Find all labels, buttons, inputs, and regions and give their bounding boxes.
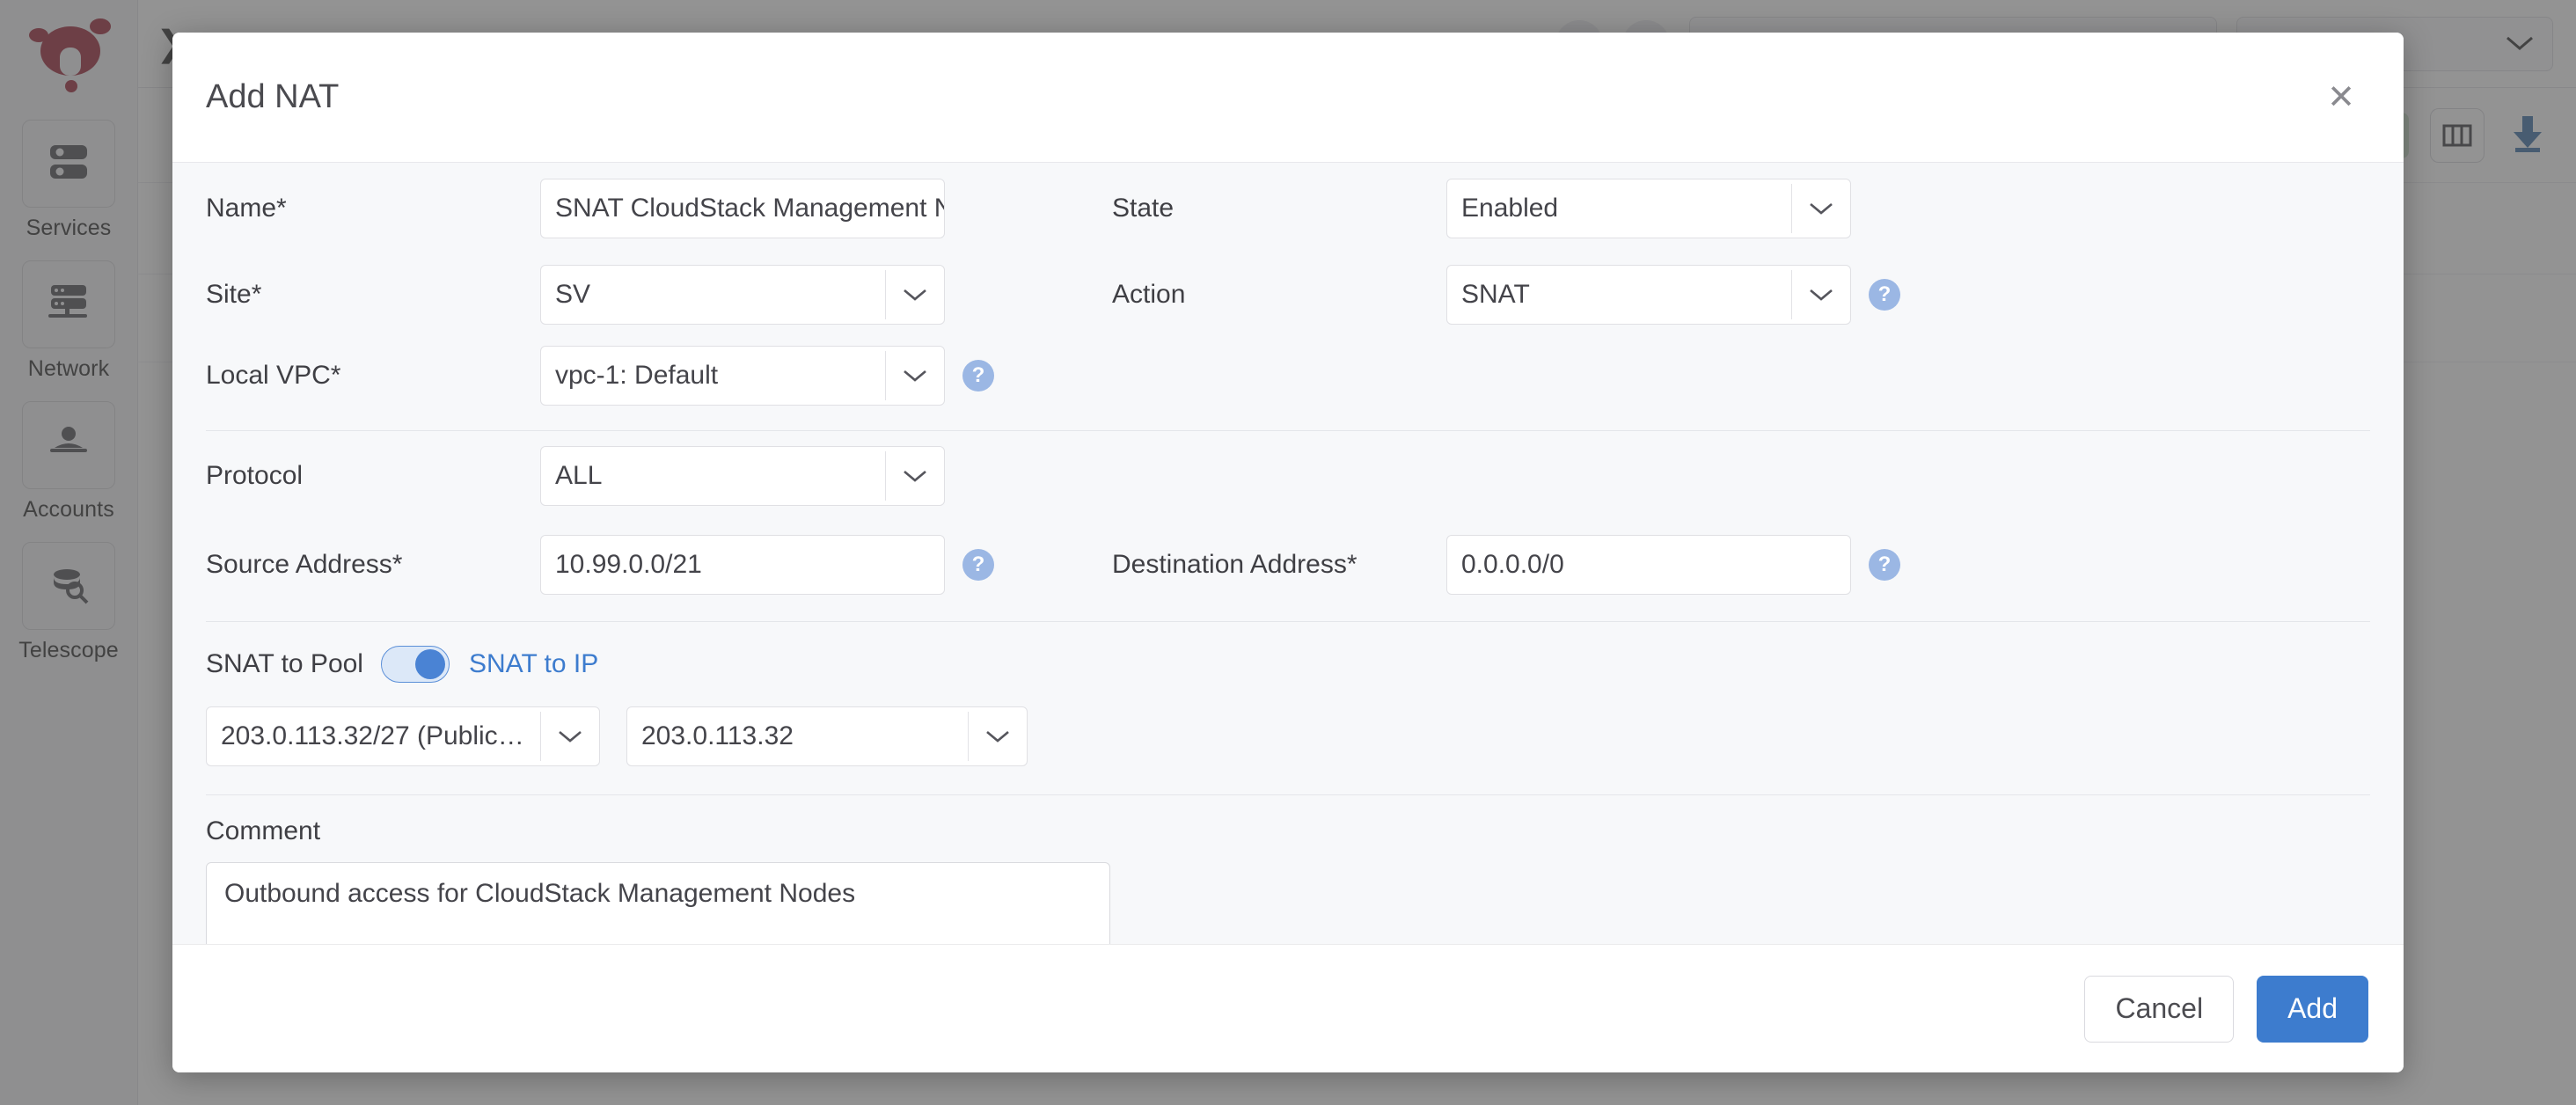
chevron-down-icon xyxy=(886,368,944,384)
field-local-vpc: Local VPC* vpc-1: Default ? xyxy=(206,346,1112,406)
row-site-action: Site* SV Action xyxy=(206,254,2370,335)
action-help-icon[interactable]: ? xyxy=(1869,279,1900,311)
source-address-label: Source Address* xyxy=(206,550,540,580)
protocol-label: Protocol xyxy=(206,461,540,491)
chevron-down-icon xyxy=(1792,287,1850,303)
dialog-header: Add NAT ✕ xyxy=(172,33,2404,163)
field-destination-address: Destination Address* 0.0.0.0/0 ? xyxy=(1112,535,2018,595)
add-nat-dialog: Add NAT ✕ Name* SNAT CloudStack Manageme… xyxy=(172,33,2404,1072)
destination-address-help-icon[interactable]: ? xyxy=(1869,549,1900,581)
field-protocol: Protocol ALL xyxy=(206,446,1112,506)
snat-ip-select[interactable]: 203.0.113.32 xyxy=(626,706,1028,766)
action-select[interactable]: SNAT xyxy=(1446,265,1851,325)
comment-label: Comment xyxy=(206,811,2370,846)
chevron-down-icon xyxy=(886,287,944,303)
section-snat: SNAT to Pool SNAT to IP 203.0.113.32/27 … xyxy=(206,622,2370,775)
site-label: Site* xyxy=(206,280,540,310)
row-local-vpc: Local VPC* vpc-1: Default ? xyxy=(206,335,2370,416)
protocol-select-value: ALL xyxy=(555,461,885,491)
field-source-address: Source Address* 10.99.0.0/21 ? xyxy=(206,535,1112,595)
state-select-value: Enabled xyxy=(1461,194,1791,223)
snat-pool-select-value: 203.0.113.32/27 (Public Sub… xyxy=(221,721,540,751)
destination-address-label: Destination Address* xyxy=(1112,550,1446,580)
chevron-down-icon xyxy=(1792,201,1850,216)
row-addresses: Source Address* 10.99.0.0/21 ? Destinati… xyxy=(206,521,2370,609)
cancel-button[interactable]: Cancel xyxy=(2084,976,2234,1043)
snat-to-ip-label: SNAT to IP xyxy=(469,649,598,679)
section-comment: Comment Outbound access for CloudStack M… xyxy=(206,795,2370,944)
local-vpc-select-value: vpc-1: Default xyxy=(555,361,885,391)
row-snat-toggle: SNAT to Pool SNAT to IP xyxy=(206,622,2370,706)
field-state: State Enabled xyxy=(1112,179,2018,238)
source-address-value: 10.99.0.0/21 xyxy=(555,550,702,580)
comment-textarea-value: Outbound access for CloudStack Managemen… xyxy=(224,879,855,908)
action-label: Action xyxy=(1112,280,1446,310)
state-select[interactable]: Enabled xyxy=(1446,179,1851,238)
row-protocol: Protocol ALL xyxy=(206,431,2370,521)
row-snat-targets: 203.0.113.32/27 (Public Sub… 203.0.113.3… xyxy=(206,706,2370,775)
row-name-state: Name* SNAT CloudStack Management N State… xyxy=(206,163,2370,254)
snat-mode-toggle[interactable] xyxy=(381,646,450,683)
field-name: Name* SNAT CloudStack Management N xyxy=(206,179,1112,238)
name-label: Name* xyxy=(206,194,540,223)
dialog-body: Name* SNAT CloudStack Management N State… xyxy=(172,163,2404,944)
snat-pool-select[interactable]: 203.0.113.32/27 (Public Sub… xyxy=(206,706,600,766)
field-action: Action SNAT ? xyxy=(1112,265,2018,325)
chevron-down-icon xyxy=(886,468,944,484)
site-select[interactable]: SV xyxy=(540,265,945,325)
close-icon[interactable]: ✕ xyxy=(2317,74,2365,121)
dialog-footer: Cancel Add xyxy=(172,944,2404,1072)
name-input-value: SNAT CloudStack Management N xyxy=(555,194,945,223)
local-vpc-label: Local VPC* xyxy=(206,361,540,391)
toggle-knob xyxy=(415,649,445,679)
action-select-value: SNAT xyxy=(1461,280,1791,310)
field-site: Site* SV xyxy=(206,265,1112,325)
destination-address-value: 0.0.0.0/0 xyxy=(1461,550,1564,580)
chevron-down-icon xyxy=(969,728,1027,744)
page-title: Add NAT xyxy=(206,78,339,116)
site-select-value: SV xyxy=(555,280,885,310)
name-input[interactable]: SNAT CloudStack Management N xyxy=(540,179,945,238)
comment-textarea[interactable]: Outbound access for CloudStack Managemen… xyxy=(206,862,1110,944)
destination-address-input[interactable]: 0.0.0.0/0 xyxy=(1446,535,1851,595)
source-address-help-icon[interactable]: ? xyxy=(962,549,994,581)
add-button[interactable]: Add xyxy=(2257,976,2368,1043)
snat-to-pool-label: SNAT to Pool xyxy=(206,649,363,679)
state-label: State xyxy=(1112,194,1446,223)
section-match: Protocol ALL Source Addr xyxy=(206,431,2370,609)
local-vpc-select[interactable]: vpc-1: Default xyxy=(540,346,945,406)
snat-ip-select-value: 203.0.113.32 xyxy=(641,721,968,751)
local-vpc-help-icon[interactable]: ? xyxy=(962,360,994,392)
chevron-down-icon xyxy=(541,728,599,744)
source-address-input[interactable]: 10.99.0.0/21 xyxy=(540,535,945,595)
protocol-select[interactable]: ALL xyxy=(540,446,945,506)
section-identity: Name* SNAT CloudStack Management N State… xyxy=(206,163,2370,416)
